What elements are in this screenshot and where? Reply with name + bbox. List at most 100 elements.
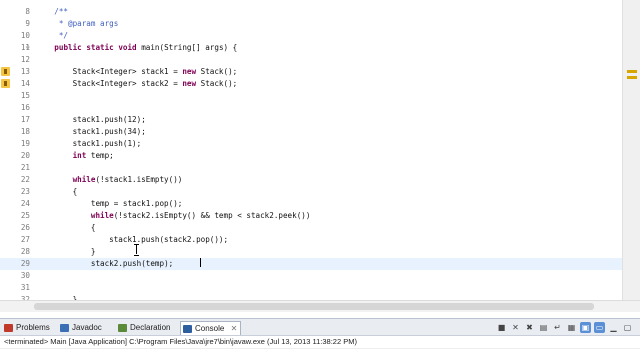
problems-icon — [4, 324, 13, 332]
code-line[interactable]: 23 { — [0, 186, 622, 198]
code-line[interactable]: 9 * @param args — [0, 18, 622, 30]
code-editor[interactable]: 8 /** 9 * @param args 10 */11 ⊖ public stat… — [0, 0, 640, 312]
code-line[interactable]: 15 — [0, 90, 622, 102]
code-line[interactable]: 14 Stack<Integer> stack2 = new Stack(); — [0, 78, 622, 90]
console-status-line: <terminated> Main [Java Application] C:\… — [0, 336, 640, 348]
line-number: 25 — [20, 211, 30, 220]
line-number: 17 — [20, 115, 30, 124]
code-line[interactable]: 12 — [0, 54, 622, 66]
tab-problems[interactable]: Problems — [2, 321, 50, 335]
line-number: 14 — [20, 79, 30, 88]
code-text: */ — [36, 31, 69, 40]
terminate-icon[interactable]: ■ — [496, 322, 507, 333]
code-text: temp = stack1.pop(); — [90, 199, 183, 208]
code-text: Stack<Integer> stack1 = new Stack(); — [72, 67, 238, 76]
line-number: 26 — [20, 223, 30, 232]
console-icon — [183, 325, 192, 333]
code-line[interactable]: 26 { — [0, 222, 622, 234]
warning-icon[interactable] — [1, 67, 10, 76]
code-text: { — [36, 223, 96, 232]
code-text: stack1.push(stack2.pop()); — [109, 235, 229, 244]
line-number: 30 — [20, 271, 30, 280]
code-text: stack2.push(temp); — [90, 259, 174, 268]
warning-overview-mark[interactable] — [627, 70, 637, 73]
code-line[interactable]: 31 — [0, 282, 622, 294]
code-text: * @param args — [36, 19, 119, 28]
code-line[interactable]: 20 int temp; — [0, 150, 622, 162]
tab-label: Console — [195, 324, 225, 333]
warning-icon[interactable] — [1, 79, 10, 88]
remove-all-icon[interactable]: ✖ — [524, 322, 535, 333]
code-text: while(!stack1.isEmpty()) — [72, 175, 183, 184]
bottom-panel-tabbar: Problems Javadoc Declaration Console ✕ ■ ✕ ✖ ▤ ↵… — [0, 318, 640, 336]
line-number: 10 — [20, 31, 30, 40]
code-line[interactable]: 16 — [0, 102, 622, 114]
line-number: 27 — [20, 235, 30, 244]
code-text: stack1.push(12); — [72, 115, 146, 124]
code-text: while(!stack2.isEmpty() && temp < stack2… — [90, 211, 311, 220]
code-line[interactable]: 22 while(!stack1.isEmpty()) — [0, 174, 622, 186]
line-number: 22 — [20, 175, 30, 184]
code-line[interactable]: 21 — [0, 162, 622, 174]
code-line[interactable]: 10 */ — [0, 30, 622, 42]
collapse-fold-icon[interactable]: ⊖ — [26, 42, 32, 54]
code-text: } — [36, 247, 96, 256]
line-number: 28 — [20, 247, 30, 256]
code-line[interactable]: 24 temp = stack1.pop(); — [0, 198, 622, 210]
code-line[interactable]: 11 ⊖ public static void main(String[] arg… — [0, 42, 622, 54]
remove-launch-icon[interactable]: ✕ — [510, 322, 521, 333]
line-number: 24 — [20, 199, 30, 208]
open-console-icon[interactable]: ▭ — [594, 322, 605, 333]
horizontal-scrollbar-thumb[interactable] — [34, 303, 594, 310]
line-number: 19 — [20, 139, 30, 148]
close-icon[interactable]: ✕ — [231, 322, 238, 336]
line-number: 21 — [20, 163, 30, 172]
code-text: public static void main(String[] args) { — [54, 43, 238, 52]
tab-console[interactable]: Console ✕ — [180, 321, 242, 336]
minimize-icon[interactable]: ▁ — [608, 322, 619, 333]
console-toolbar: ■ ✕ ✖ ▤ ↵ ▦ ▣ ▭ ▁ ▢ — [496, 322, 636, 334]
line-number: 12 — [20, 55, 30, 64]
code-line[interactable]: 30 — [0, 270, 622, 282]
scroll-lock-icon[interactable]: ▤ — [538, 322, 549, 333]
word-wrap-icon[interactable]: ↵ — [552, 322, 563, 333]
code-line[interactable]: 27 stack1.push(stack2.pop()); — [0, 234, 622, 246]
code-line[interactable]: 29 stack2.push(temp); — [0, 258, 622, 270]
code-line[interactable]: 19 stack1.push(1); — [0, 138, 622, 150]
text-caret — [200, 258, 201, 267]
line-number: 9 — [25, 19, 30, 28]
horizontal-scrollbar[interactable] — [0, 300, 640, 312]
code-text: /** — [36, 7, 69, 16]
warning-overview-mark[interactable] — [627, 76, 637, 79]
mouse-ibeam-cursor — [134, 244, 139, 256]
line-number: 31 — [20, 283, 30, 292]
tab-label: Declaration — [130, 323, 171, 332]
line-number: 16 — [20, 103, 30, 112]
line-number: 18 — [20, 127, 30, 136]
pin-console-icon[interactable]: ▦ — [566, 322, 577, 333]
display-console-icon[interactable]: ▣ — [580, 322, 591, 333]
code-line[interactable]: 18 stack1.push(34); — [0, 126, 622, 138]
line-number: 8 — [25, 7, 30, 16]
code-text: stack1.push(34); — [72, 127, 146, 136]
code-line[interactable]: 25 while(!stack2.isEmpty() && temp < sta… — [0, 210, 622, 222]
code-text: stack1.push(1); — [72, 139, 142, 148]
line-number: 20 — [20, 151, 30, 160]
maximize-icon[interactable]: ▢ — [622, 322, 633, 333]
code-line[interactable]: 17 stack1.push(12); — [0, 114, 622, 126]
tab-label: Javadoc — [72, 323, 102, 332]
overview-ruler[interactable] — [622, 0, 640, 300]
code-text: Stack<Integer> stack2 = new Stack(); — [72, 79, 238, 88]
code-line[interactable]: 13 Stack<Integer> stack1 = new Stack(); — [0, 66, 622, 78]
code-text: int temp; — [72, 151, 114, 160]
console-output[interactable] — [0, 348, 640, 360]
line-number: 13 — [20, 67, 30, 76]
tab-declaration[interactable]: Declaration — [116, 321, 170, 335]
code-line[interactable]: 8 /** — [0, 6, 622, 18]
code-text: { — [36, 187, 78, 196]
code-line[interactable]: 28 } — [0, 246, 622, 258]
declaration-icon — [118, 324, 127, 332]
javadoc-icon — [60, 324, 69, 332]
tab-javadoc[interactable]: Javadoc — [58, 321, 102, 335]
line-number: 23 — [20, 187, 30, 196]
